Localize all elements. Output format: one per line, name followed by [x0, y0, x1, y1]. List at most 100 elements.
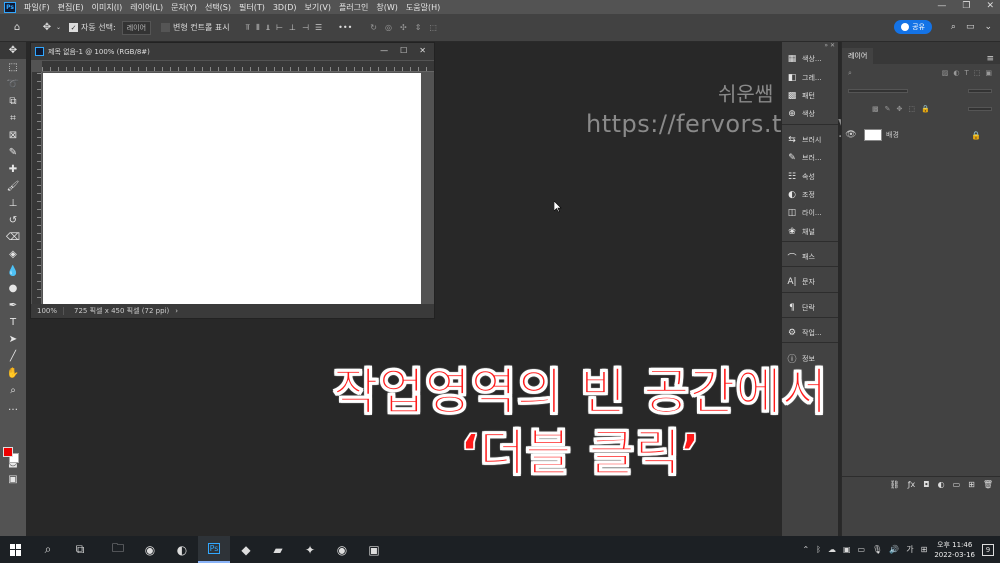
panel-actions[interactable]: ⚙ 작업...: [782, 324, 838, 342]
workspace-icon[interactable]: ▭: [966, 22, 975, 32]
home-icon[interactable]: ⌂: [10, 21, 24, 35]
search-icon[interactable]: ⌕: [32, 536, 64, 563]
canvas-pasteboard[interactable]: [42, 72, 434, 306]
3d-slide-icon[interactable]: ⇕: [415, 23, 422, 32]
zoom-level[interactable]: 100%: [31, 307, 65, 315]
bluetooth-icon[interactable]: ᛒ: [816, 545, 821, 554]
lock-image-icon[interactable]: ✎: [885, 105, 891, 113]
menu-type[interactable]: 문자(Y): [167, 2, 201, 13]
paint-bucket-tool-icon[interactable]: ◈: [0, 246, 26, 263]
doc-minimize-icon[interactable]: —: [380, 46, 388, 55]
crop-tool-icon[interactable]: ⌗: [0, 110, 26, 127]
minimize-icon[interactable]: —: [937, 1, 946, 11]
layer-name[interactable]: 배경: [886, 130, 899, 140]
brush-tool-icon[interactable]: 🖌: [0, 178, 26, 195]
menu-edit[interactable]: 편집(E): [54, 2, 88, 13]
start-button[interactable]: [0, 536, 32, 563]
eraser-tool-icon[interactable]: ⌫: [0, 229, 26, 246]
fill-field[interactable]: [968, 107, 992, 111]
menu-plugins[interactable]: 플러그인: [335, 2, 372, 13]
filter-search-icon[interactable]: ⌕: [848, 69, 852, 78]
layers-menu-icon[interactable]: ≡: [986, 54, 994, 64]
distribute-icon[interactable]: ☰: [315, 23, 322, 33]
panel-brush-settings[interactable]: ⇆ 브러시: [782, 131, 838, 149]
app-icon-2[interactable]: ▰: [262, 536, 294, 563]
clone-stamp-tool-icon[interactable]: ⊥: [0, 195, 26, 212]
delete-layer-icon[interactable]: 🗑: [983, 480, 993, 489]
align-top-icon[interactable]: ⫪: [246, 23, 251, 33]
tray-expand-icon[interactable]: ⌃: [802, 545, 809, 554]
3d-drag-icon[interactable]: ✣: [400, 23, 407, 32]
align-bottom-icon[interactable]: ⫫: [266, 23, 271, 33]
blend-mode-dropdown[interactable]: [848, 89, 908, 93]
healing-brush-tool-icon[interactable]: ✚: [0, 161, 26, 178]
type-tool-icon[interactable]: T: [0, 314, 26, 331]
panel-libraries[interactable]: ◫ 라이...: [782, 204, 838, 222]
doc-maximize-icon[interactable]: ☐: [400, 46, 407, 55]
lock-position-icon[interactable]: ✥: [897, 105, 903, 113]
more-options-button[interactable]: •••: [338, 23, 352, 32]
document-title-bar[interactable]: 제목 없음-1 @ 100% (RGB/8#) — ☐ ✕: [31, 43, 434, 60]
blur-tool-icon[interactable]: 💧: [0, 263, 26, 280]
lasso-tool-icon[interactable]: ➰: [0, 76, 26, 93]
document-canvas[interactable]: [43, 73, 421, 306]
menu-view[interactable]: 보기(V): [301, 2, 335, 13]
transform-controls-checkbox[interactable]: [161, 23, 171, 32]
filter-type-icon[interactable]: T: [964, 69, 968, 77]
auto-select-checkbox[interactable]: ✓: [69, 23, 79, 32]
line-tool-icon[interactable]: ╱: [0, 348, 26, 365]
volume-icon[interactable]: 🔊: [889, 545, 899, 554]
panel-character[interactable]: A| 문자: [782, 273, 838, 291]
visibility-eye-icon[interactable]: 👁: [842, 130, 860, 140]
clock[interactable]: 오후 11:46 2022-03-16: [934, 540, 975, 560]
vertical-ruler[interactable]: [32, 72, 42, 306]
keyboard-icon[interactable]: ⊞: [921, 545, 928, 554]
marquee-tool-icon[interactable]: ⬚: [0, 59, 26, 76]
opacity-field[interactable]: [968, 89, 992, 93]
menu-select[interactable]: 선택(S): [201, 2, 235, 13]
screen-mode-icon[interactable]: ▣: [0, 471, 26, 488]
panel-gradient[interactable]: ◧ 그레...: [782, 68, 838, 86]
status-arrow-icon[interactable]: ›: [175, 307, 178, 315]
network-icon[interactable]: ▭: [858, 545, 866, 554]
3d-roll-icon[interactable]: ◎: [385, 23, 392, 32]
link-layers-icon[interactable]: ⛓: [890, 480, 900, 489]
layers-tab[interactable]: 레이어: [842, 48, 874, 64]
task-view-icon[interactable]: ⧉: [64, 536, 96, 563]
move-tool-icon[interactable]: ✥: [40, 21, 54, 35]
panel-paragraph[interactable]: ¶ 단락: [782, 299, 838, 317]
new-adjustment-icon[interactable]: ◐: [938, 480, 945, 489]
menu-window[interactable]: 창(W): [372, 2, 402, 13]
photoshop-taskbar-icon[interactable]: Ps: [198, 536, 230, 563]
twitter-icon[interactable]: ✦: [294, 536, 326, 563]
layer-row-background[interactable]: 👁 배경 🔒: [842, 124, 1000, 146]
cloud-icon[interactable]: ☁: [828, 545, 836, 554]
panel-swatches[interactable]: ⊕ 색상: [782, 105, 838, 123]
foreground-color-swatch[interactable]: [3, 447, 13, 457]
app-icon-3[interactable]: ◉: [326, 536, 358, 563]
add-mask-icon[interactable]: ◘: [923, 480, 929, 489]
menu-file[interactable]: 파일(F): [20, 2, 54, 13]
align-middle-icon[interactable]: ⫴: [256, 23, 259, 33]
search-icon[interactable]: ⌕: [951, 22, 956, 32]
panel-paths[interactable]: ⌒ 패스: [782, 248, 838, 266]
file-explorer-icon[interactable]: 🗀: [102, 536, 134, 563]
chrome-icon[interactable]: ◉: [134, 536, 166, 563]
frame-tool-icon[interactable]: ⊠: [0, 127, 26, 144]
menu-3d[interactable]: 3D(D): [269, 3, 301, 12]
move-tool-icon[interactable]: ✥: [0, 42, 26, 59]
doc-close-icon[interactable]: ✕: [419, 46, 426, 55]
document-window[interactable]: 제목 없음-1 @ 100% (RGB/8#) — ☐ ✕ 100% 725 픽…: [30, 42, 435, 319]
tray-app-icon[interactable]: ▣: [843, 545, 851, 554]
align-right-icon[interactable]: ⊣: [302, 23, 309, 33]
ime-indicator[interactable]: 가: [906, 544, 913, 555]
menu-image[interactable]: 이미지(I): [88, 2, 127, 13]
panel-brushes[interactable]: ✎ 브러...: [782, 149, 838, 167]
app-icon-1[interactable]: ◆: [230, 536, 262, 563]
history-brush-tool-icon[interactable]: ↺: [0, 212, 26, 229]
filter-pixel-icon[interactable]: ▨: [942, 69, 949, 77]
panel-color[interactable]: ▦ 색상...: [782, 50, 838, 68]
auto-select-dropdown[interactable]: 레이어: [121, 20, 152, 35]
zoom-tool-icon[interactable]: ⌕: [0, 382, 26, 399]
close-icon[interactable]: ✕: [986, 1, 994, 11]
